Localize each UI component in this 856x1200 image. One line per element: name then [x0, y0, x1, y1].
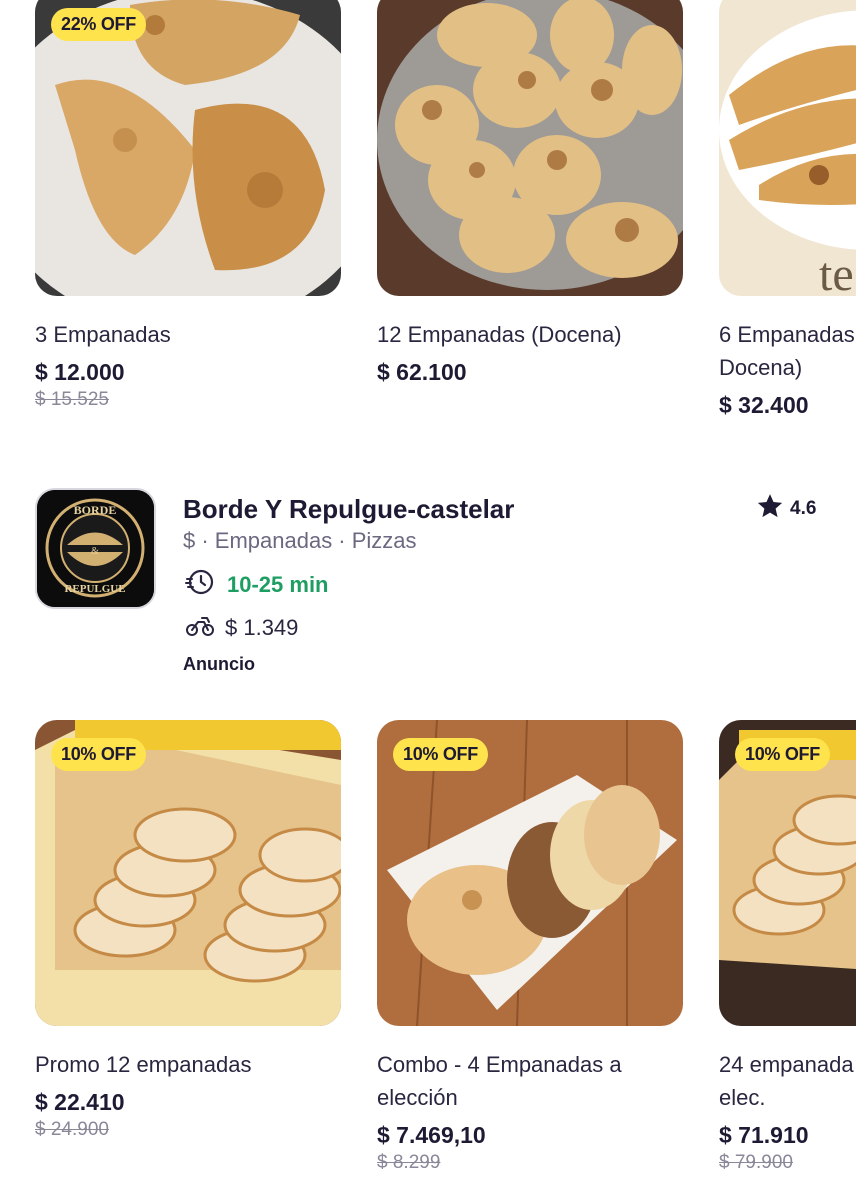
product-image[interactable]: 22% OFF: [35, 0, 341, 296]
restaurant-logo[interactable]: BORDE & REPULGUE: [35, 488, 156, 609]
star-icon: [756, 492, 784, 525]
product-card[interactable]: 10% OFF 24 empanada elec. $ 71.910 $ 79.…: [719, 720, 856, 1176]
bottom-product-row: 10% OFF Promo 12 empanadas $ 22.410 $ 24…: [0, 720, 856, 1200]
product-image[interactable]: [377, 0, 683, 296]
product-price: $ 71.910: [719, 1122, 809, 1148]
product-old-price: $ 79.900: [719, 1152, 793, 1173]
product-old-price: $ 8.299: [377, 1152, 441, 1173]
product-card[interactable]: 12 Empanadas (Docena) $ 62.100: [377, 0, 683, 387]
product-name-line1: Combo - 4 Empanadas a: [377, 1052, 622, 1077]
logo-text-amp: &: [91, 546, 99, 557]
svg-text:te: te: [819, 248, 854, 296]
product-name: Promo 12 empanadas: [35, 1052, 252, 1077]
product-image[interactable]: 10% OFF: [377, 720, 683, 1026]
ad-label: Anuncio: [183, 654, 255, 674]
product-image[interactable]: 10% OFF: [35, 720, 341, 1026]
product-old-price: $ 15.525: [35, 389, 109, 410]
product-name-line1: 24 empanada: [719, 1052, 854, 1077]
product-name-line2: Docena): [719, 355, 803, 380]
delivery-fee-text: $ 1.349: [225, 614, 299, 640]
delivery-fee: $ 1.349: [185, 612, 298, 643]
product-price: $ 32.400: [719, 392, 809, 418]
top-product-row: 22% OFF 3 Empanadas $ 12.000 $ 15.525 12…: [0, 0, 856, 440]
restaurant-name[interactable]: Borde Y Repulgue-castelar: [183, 494, 514, 525]
motorcycle-icon: [185, 612, 215, 643]
logo-text-bottom: REPULGUE: [64, 583, 125, 595]
restaurant-meta: $ · Empanadas · Pizzas: [183, 528, 417, 553]
product-name-line1: 6 Empanadas: [719, 322, 855, 347]
discount-badge: 22% OFF: [51, 8, 146, 41]
clock-icon: [185, 568, 215, 601]
product-price: $ 62.100: [377, 359, 467, 385]
product-price: $ 7.469,10: [377, 1122, 486, 1148]
product-card[interactable]: 10% OFF Combo - 4 Empanadas a elección $…: [377, 720, 683, 1176]
discount-badge: 10% OFF: [393, 738, 488, 771]
rating: 4.6: [756, 492, 816, 525]
logo-text-top: BORDE: [74, 503, 117, 517]
product-card[interactable]: te 6 Empanadas Docena) $ 32.400: [719, 0, 856, 420]
product-price: $ 12.000: [35, 359, 125, 385]
product-name: 6 Empanadas Docena): [719, 318, 856, 384]
product-image[interactable]: 10% OFF: [719, 720, 856, 1026]
product-price: $ 22.410: [35, 1089, 125, 1115]
product-card[interactable]: 22% OFF 3 Empanadas $ 12.000 $ 15.525: [35, 0, 341, 413]
delivery-time-text: 10-25 min: [227, 571, 329, 597]
discount-badge: 10% OFF: [51, 738, 146, 771]
product-name: Combo - 4 Empanadas a elección: [377, 1048, 683, 1114]
product-name-line2: elec.: [719, 1085, 766, 1110]
restaurant-listing[interactable]: BORDE & REPULGUE Borde Y Repulgue-castel…: [0, 488, 856, 688]
delivery-time: 10-25 min: [185, 568, 329, 601]
product-image[interactable]: te: [719, 0, 856, 296]
product-name-line2: elección: [377, 1085, 458, 1110]
rating-value: 4.6: [790, 497, 817, 519]
product-name: 12 Empanadas (Docena): [377, 322, 622, 347]
product-card[interactable]: 10% OFF Promo 12 empanadas $ 22.410 $ 24…: [35, 720, 341, 1143]
product-name: 24 empanada elec.: [719, 1048, 856, 1114]
product-old-price: $ 24.900: [35, 1119, 109, 1140]
discount-badge: 10% OFF: [735, 738, 830, 771]
product-name: 3 Empanadas: [35, 322, 171, 347]
